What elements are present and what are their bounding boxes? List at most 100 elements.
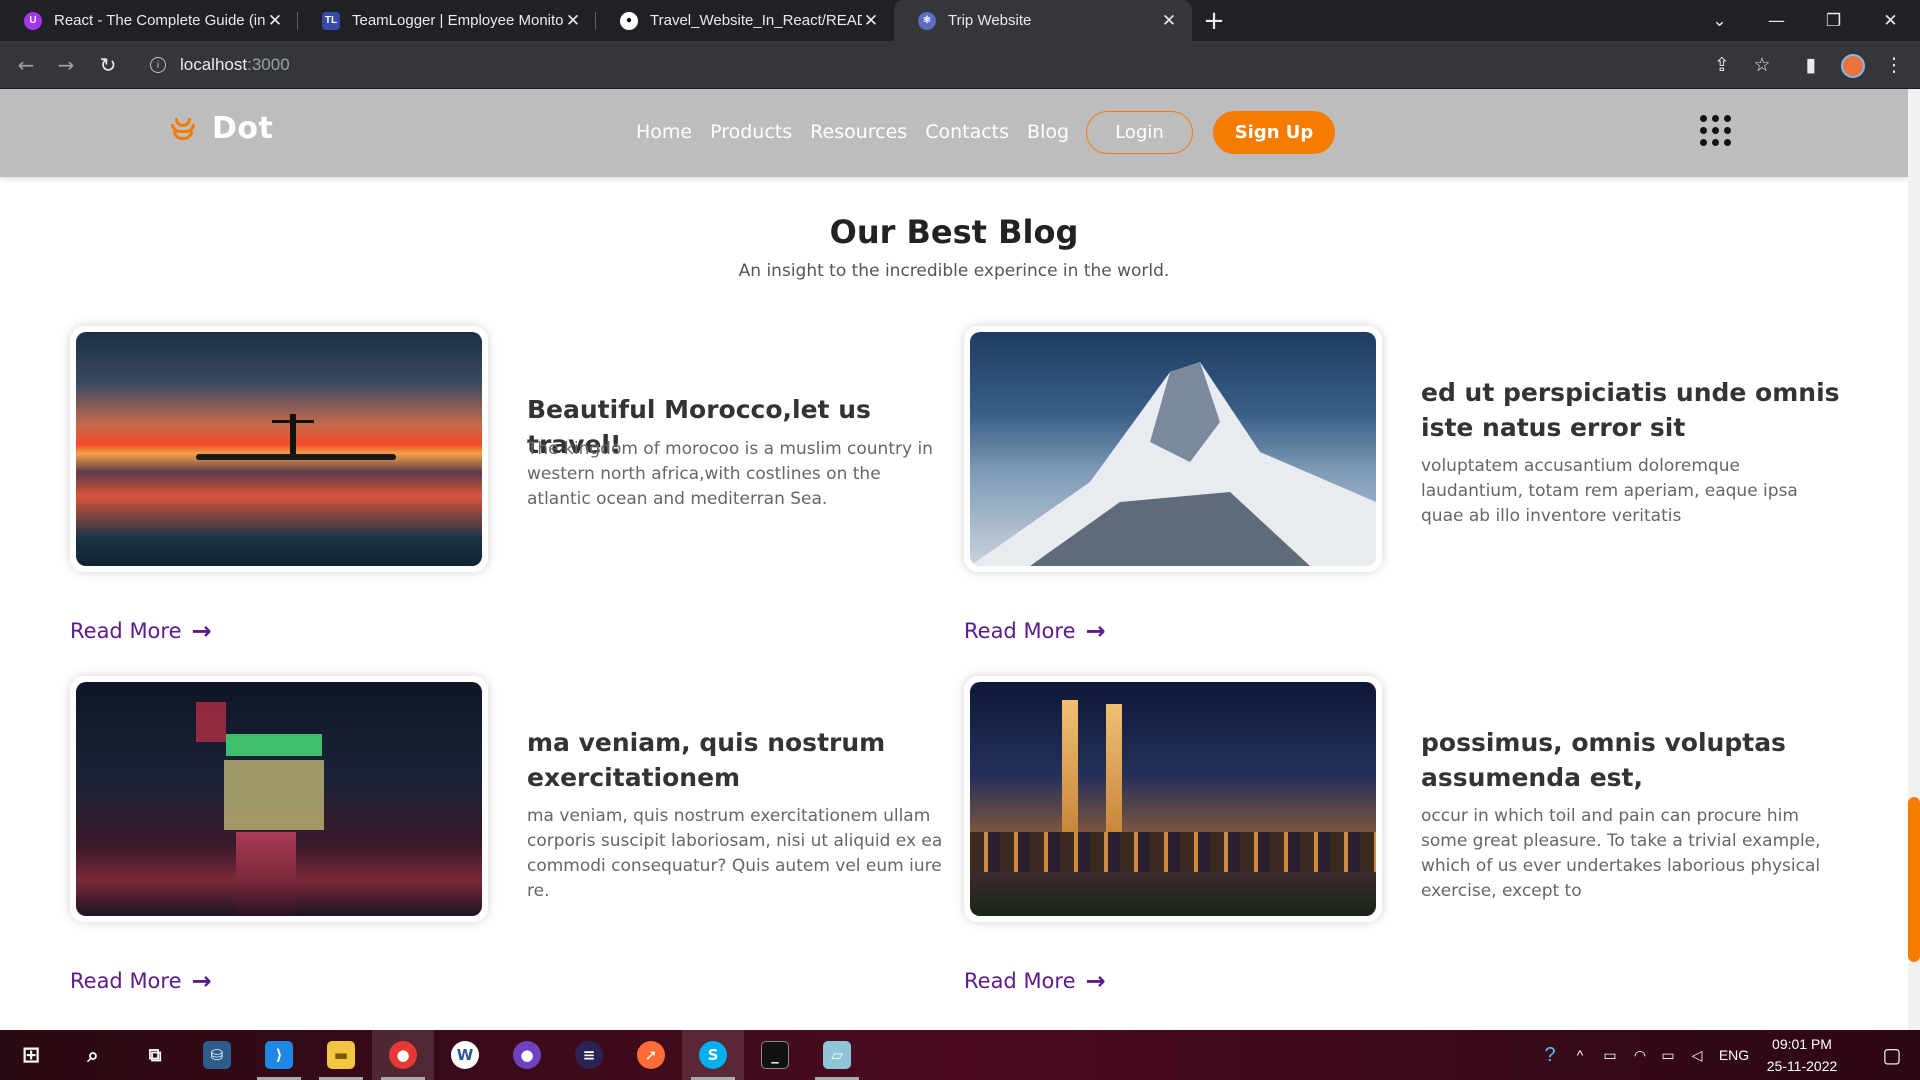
teamlogger-icon: TL — [322, 11, 340, 30]
tab-title: TeamLogger | Employee Monitor — [352, 12, 564, 29]
profile-avatar[interactable] — [1841, 54, 1865, 78]
blog-card: Beautiful Morocco,let us travel! The kin… — [70, 326, 950, 645]
postman-icon[interactable]: ➚ — [620, 1030, 682, 1080]
arrow-right-icon: → — [191, 967, 212, 995]
tab-react-guide[interactable]: U React - The Complete Guide (incl ✕ — [0, 0, 298, 41]
read-more-label: Read More — [70, 969, 182, 993]
display-icon[interactable]: ▭ — [1594, 1047, 1626, 1064]
github-desktop-icon[interactable]: ● — [496, 1030, 558, 1080]
tab-title: Travel_Website_In_React/READM — [650, 12, 862, 29]
battery-icon[interactable]: ▭ — [1654, 1047, 1682, 1064]
url-bar[interactable]: i localhost:3000 — [136, 47, 1716, 83]
scrollbar-thumb[interactable] — [1908, 797, 1920, 962]
url-port: :3000 — [247, 55, 290, 74]
search-icon[interactable]: ⌕ — [62, 1030, 124, 1080]
url-host: localhost — [180, 55, 248, 74]
close-icon[interactable]: ✕ — [266, 11, 284, 31]
wifi-icon[interactable]: ◠ — [1626, 1047, 1654, 1064]
file-explorer-icon[interactable]: ▬ — [310, 1030, 372, 1080]
blog-card: possimus, omnis voluptas assumenda est, … — [964, 676, 1844, 995]
chrome-icon[interactable]: ● — [372, 1030, 434, 1080]
read-more-link[interactable]: Read More → — [70, 617, 212, 645]
restore-button[interactable]: ❐ — [1805, 0, 1862, 41]
snowy-mountain-image — [970, 332, 1376, 566]
udemy-icon: U — [24, 11, 42, 30]
help-icon[interactable]: ? — [1534, 1044, 1566, 1067]
task-view-icon[interactable]: ⧉ — [124, 1030, 186, 1080]
signup-button[interactable]: Sign Up — [1213, 111, 1335, 154]
forward-icon[interactable]: → — [52, 51, 80, 79]
blog-image-frame — [964, 326, 1382, 572]
arrow-right-icon: → — [1085, 967, 1106, 995]
blog-section-subtitle: An insight to the incredible experince i… — [738, 261, 1170, 281]
close-icon[interactable]: ✕ — [1160, 11, 1178, 31]
nav-link-products[interactable]: Products — [710, 121, 792, 143]
read-more-link[interactable]: Read More → — [964, 617, 1106, 645]
new-tab-button[interactable]: + — [1192, 0, 1236, 41]
blog-card-text: The kingdom of morocoo is a muslim count… — [527, 439, 933, 509]
clock-time: 09:01 PM — [1772, 1036, 1832, 1052]
nav-link-contacts[interactable]: Contacts — [925, 121, 1009, 143]
tab-trip-website[interactable]: ⚛ Trip Website ✕ — [894, 0, 1192, 41]
taskbar-clock[interactable]: 09:01 PM 25-11-2022 — [1762, 1033, 1842, 1077]
login-button[interactable]: Login — [1086, 111, 1193, 154]
mysql-workbench-icon[interactable]: ⛁ — [186, 1030, 248, 1080]
blog-card-title: ma veniam, quis nostrum exercitationem — [527, 728, 886, 792]
blog-card-title: ed ut perspiciatis unde omnis iste natus… — [1421, 378, 1840, 442]
github-icon: ● — [620, 11, 638, 30]
arrow-right-icon: → — [191, 617, 212, 645]
tab-teamlogger[interactable]: TL TeamLogger | Employee Monitor ✕ — [298, 0, 596, 41]
terminal-icon[interactable]: _ — [744, 1030, 806, 1080]
blog-card: ed ut perspiciatis unde omnis iste natus… — [964, 326, 1844, 645]
address-toolbar: ← → ↻ i localhost:3000 ⇪ ☆ ▮ ⋮ — [0, 41, 1920, 89]
word-app-icon[interactable]: W — [434, 1030, 496, 1080]
blog-section-title: Our Best Blog — [829, 213, 1079, 251]
notifications-icon[interactable]: ▢ — [1864, 1030, 1920, 1080]
read-more-label: Read More — [70, 619, 182, 643]
reload-icon[interactable]: ↻ — [94, 51, 122, 79]
nav-link-home[interactable]: Home — [636, 121, 692, 143]
eclipse-icon[interactable]: ≡ — [558, 1030, 620, 1080]
nav-link-resources[interactable]: Resources — [810, 121, 907, 143]
page-scrollbar[interactable] — [1908, 89, 1920, 1030]
react-icon: ⚛ — [918, 11, 936, 30]
language-indicator[interactable]: ENG — [1712, 1047, 1756, 1063]
back-icon[interactable]: ← — [12, 51, 40, 79]
logo-text: Dot — [212, 111, 274, 146]
blog-image-frame — [964, 676, 1382, 922]
clock-date: 25-11-2022 — [1766, 1058, 1838, 1074]
tab-github-readme[interactable]: ● Travel_Website_In_React/READM ✕ — [596, 0, 894, 41]
nav-link-blog[interactable]: Blog — [1027, 121, 1069, 143]
minimize-button[interactable]: — — [1748, 0, 1805, 41]
side-panel-icon[interactable]: ▮ — [1797, 51, 1825, 79]
chevron-up-icon[interactable]: ^ — [1566, 1047, 1594, 1063]
bookmark-star-icon[interactable]: ☆ — [1748, 51, 1776, 79]
vscode-icon[interactable]: ⟩ — [248, 1030, 310, 1080]
neon-street-image — [76, 682, 482, 916]
menu-dots-icon[interactable]: ⋮ — [1880, 51, 1908, 79]
close-window-button[interactable]: ✕ — [1862, 0, 1919, 41]
read-more-label: Read More — [964, 619, 1076, 643]
share-icon[interactable]: ⇪ — [1708, 51, 1736, 79]
blog-card-text: ma veniam, quis nostrum exercitationem u… — [527, 806, 943, 901]
tab-search-icon[interactable]: ⌄ — [1691, 0, 1748, 41]
read-more-link[interactable]: Read More → — [70, 967, 212, 995]
blog-card-title: possimus, omnis voluptas assumenda est, — [1421, 728, 1786, 792]
volume-icon[interactable]: ◁ — [1682, 1047, 1712, 1064]
tab-title: React - The Complete Guide (incl — [54, 12, 266, 29]
windows-start-icon[interactable]: ⊞ — [0, 1030, 62, 1080]
sunset-beach-image — [76, 332, 482, 566]
close-icon[interactable]: ✕ — [564, 11, 582, 31]
read-more-link[interactable]: Read More → — [964, 967, 1106, 995]
blog-card: ma veniam, quis nostrum exercitationem m… — [70, 676, 950, 995]
browser-tab-strip: U React - The Complete Guide (incl ✕ TL … — [0, 0, 1920, 41]
close-icon[interactable]: ✕ — [862, 11, 880, 31]
skype-icon[interactable]: S — [682, 1030, 744, 1080]
apps-grid-icon[interactable] — [1700, 115, 1732, 147]
read-more-label: Read More — [964, 969, 1076, 993]
site-info-icon[interactable]: i — [150, 57, 166, 73]
web-page: Dot Home Products Resources Contacts Blo… — [0, 89, 1908, 1030]
site-logo[interactable]: Dot — [168, 111, 273, 146]
tab-title: Trip Website — [948, 12, 1032, 29]
notes-app-icon[interactable]: ▱ — [806, 1030, 868, 1080]
